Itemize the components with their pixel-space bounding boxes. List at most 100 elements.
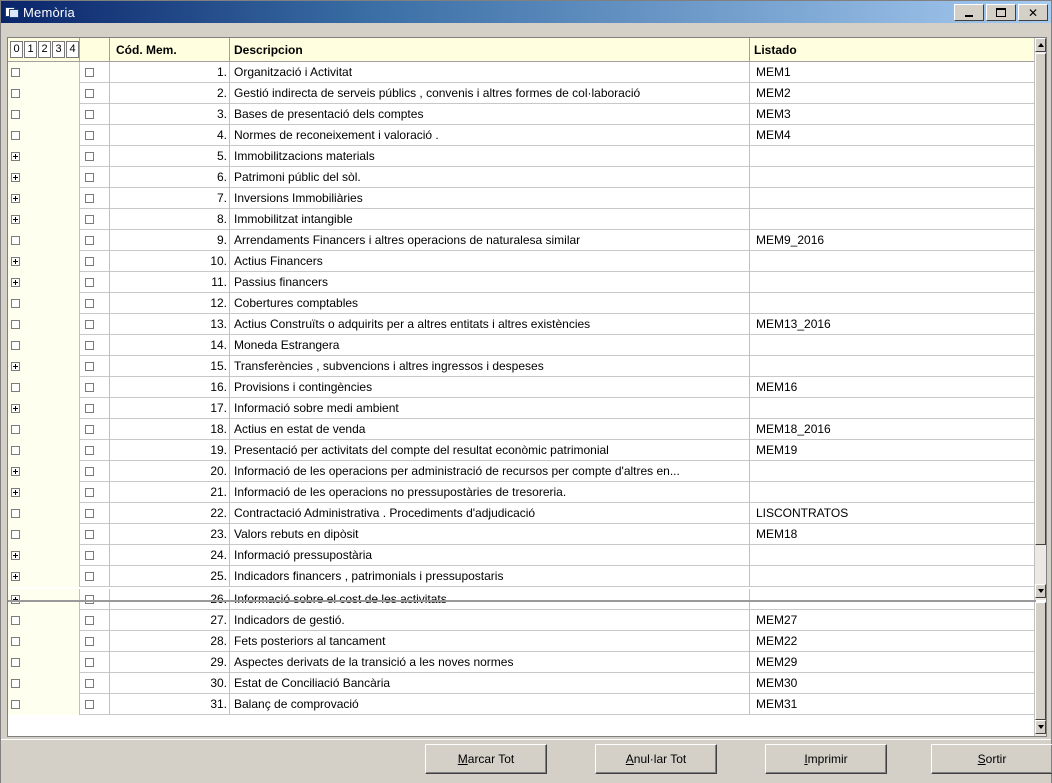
table-row[interactable]: 17. Informació sobre medi ambient [8,398,1036,419]
row-checkbox-cell[interactable] [80,272,110,293]
listado-cell[interactable] [750,461,1036,482]
expand-cell[interactable] [8,293,80,314]
scroll-down-button-bottom[interactable] [1035,720,1046,734]
column-header-cod[interactable]: Cód. Mem. [110,38,230,62]
row-checkbox-cell[interactable] [80,104,110,125]
table-row[interactable]: 14. Moneda Estrangera [8,335,1036,356]
row-checkbox[interactable] [85,679,94,688]
row-checkbox[interactable] [85,700,94,709]
scroll-thumb-bottom[interactable] [1035,602,1046,720]
sortir-button[interactable]: Sortir [931,744,1052,774]
table-row[interactable]: 27. Indicadors de gestió. MEM27 [8,610,1036,631]
imprimir-button[interactable]: Imprimir [765,744,887,774]
row-checkbox[interactable] [85,236,94,245]
column-header-descripcion[interactable]: Descripcion [230,38,750,62]
listado-cell[interactable] [750,356,1036,377]
row-checkbox[interactable] [85,488,94,497]
expand-icon[interactable] [11,173,20,182]
close-button[interactable]: ✕ [1018,4,1048,21]
row-checkbox-cell[interactable] [80,419,110,440]
listado-cell[interactable]: MEM19 [750,440,1036,461]
listado-cell[interactable] [750,398,1036,419]
table-row[interactable]: 23. Valors rebuts en dipòsit MEM18 [8,524,1036,545]
table-row[interactable]: 21. Informació de les operacions no press… [8,482,1036,503]
row-checkbox-cell[interactable] [80,631,110,652]
row-checkbox-cell[interactable] [80,356,110,377]
table-row[interactable]: 20. Informació de les operacions per admi… [8,461,1036,482]
row-checkbox[interactable] [85,152,94,161]
table-row[interactable]: 2. Gestió indirecta de serveis públics , … [8,83,1036,104]
expand-cell[interactable] [8,314,80,335]
table-row[interactable]: 10. Actius Financers [8,251,1036,272]
row-checkbox-cell[interactable] [80,251,110,272]
expand-icon[interactable] [11,215,20,224]
row-checkbox-cell[interactable] [80,545,110,566]
expand-cell[interactable] [8,545,80,566]
row-checkbox-cell[interactable] [80,335,110,356]
listado-cell[interactable] [750,167,1036,188]
table-row[interactable]: 30. Estat de Conciliació Bancària MEM30 [8,673,1036,694]
row-checkbox[interactable] [85,467,94,476]
level-1-button[interactable]: 1 [24,41,37,58]
expand-cell[interactable] [8,335,80,356]
row-checkbox[interactable] [85,341,94,350]
row-checkbox[interactable] [85,173,94,182]
row-checkbox[interactable] [85,299,94,308]
listado-cell[interactable]: MEM22 [750,631,1036,652]
top-scrollbar[interactable] [1034,38,1046,600]
listado-cell[interactable]: MEM30 [750,673,1036,694]
expand-cell[interactable] [8,377,80,398]
row-checkbox[interactable] [85,572,94,581]
expand-cell[interactable] [8,251,80,272]
expand-icon[interactable] [11,467,20,476]
listado-cell[interactable]: MEM16 [750,377,1036,398]
expand-cell[interactable] [8,440,80,461]
listado-cell[interactable]: LISCONTRATOS [750,503,1036,524]
listado-cell[interactable]: MEM4 [750,125,1036,146]
level-0-button[interactable]: 0 [10,41,23,58]
table-row[interactable]: 7. Inversions Immobiliàries [8,188,1036,209]
table-row[interactable]: 19. Presentació per activitats del compte… [8,440,1036,461]
expand-icon[interactable] [11,278,20,287]
scroll-down-button[interactable] [1035,584,1046,598]
row-checkbox-cell[interactable] [80,146,110,167]
row-checkbox[interactable] [85,658,94,667]
expand-cell[interactable] [8,167,80,188]
row-checkbox[interactable] [85,320,94,329]
row-checkbox[interactable] [85,194,94,203]
row-checkbox-cell[interactable] [80,503,110,524]
listado-cell[interactable]: MEM18_2016 [750,419,1036,440]
marcar-tot-button[interactable]: Marcar Tot [425,744,547,774]
listado-cell[interactable]: MEM3 [750,104,1036,125]
row-checkbox-cell[interactable] [80,461,110,482]
expand-cell[interactable] [8,461,80,482]
maximize-button[interactable] [986,4,1016,21]
listado-cell[interactable] [750,188,1036,209]
table-row[interactable]: 16. Provisions i contingències MEM16 [8,377,1036,398]
table-row[interactable]: 3. Bases de presentació dels comptes MEM3 [8,104,1036,125]
table-row[interactable]: 1. Organització i Activitat MEM1 [8,62,1036,83]
listado-cell[interactable] [750,335,1036,356]
table-row[interactable]: 18. Actius en estat de venda MEM18_2016 [8,419,1036,440]
expand-cell[interactable] [8,566,80,587]
row-checkbox-cell[interactable] [80,293,110,314]
row-checkbox-cell[interactable] [80,482,110,503]
listado-cell[interactable] [750,545,1036,566]
scroll-thumb[interactable] [1035,53,1046,545]
expand-cell[interactable] [8,83,80,104]
listado-cell[interactable]: MEM2 [750,83,1036,104]
table-row[interactable]: 29. Aspectes derivats de la transició a l… [8,652,1036,673]
row-checkbox-cell[interactable] [80,673,110,694]
row-checkbox-cell[interactable] [80,188,110,209]
level-3-button[interactable]: 3 [52,41,65,58]
row-checkbox-cell[interactable] [80,610,110,631]
listado-cell[interactable]: MEM29 [750,652,1036,673]
row-checkbox[interactable] [85,425,94,434]
expand-icon[interactable] [11,551,20,560]
listado-cell[interactable] [750,293,1036,314]
row-checkbox-cell[interactable] [80,440,110,461]
title-bar[interactable]: Memòria ✕ [1,1,1051,23]
expand-icon[interactable] [11,362,20,371]
table-row[interactable]: 28. Fets posteriors al tancament MEM22 [8,631,1036,652]
expand-cell[interactable] [8,419,80,440]
